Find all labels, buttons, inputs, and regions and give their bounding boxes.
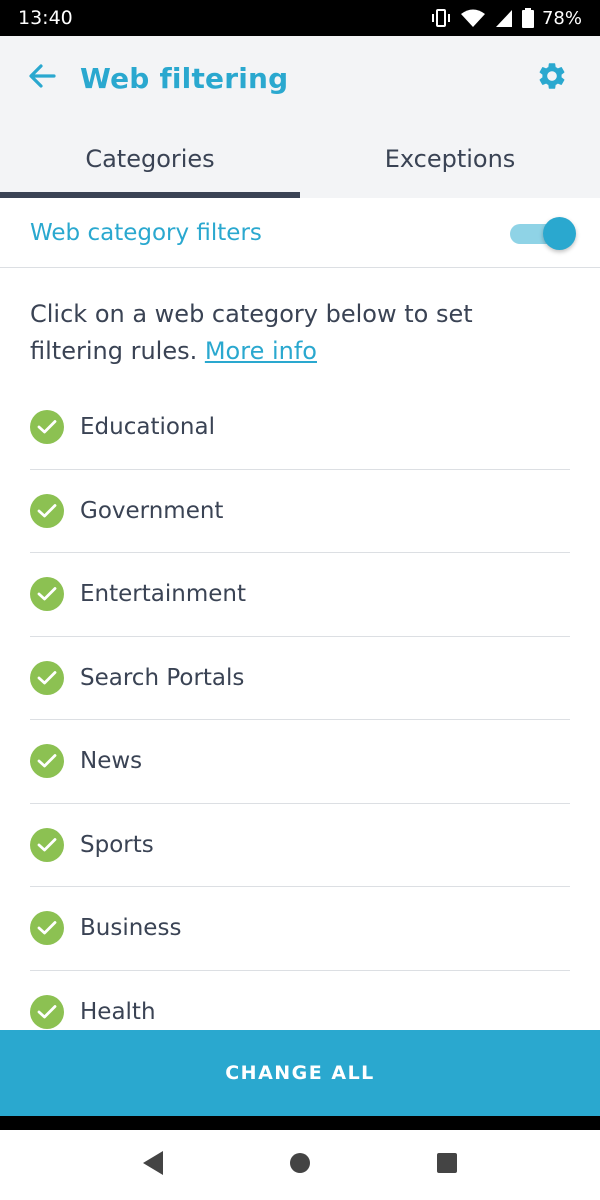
check-circle-icon: [30, 911, 64, 946]
signal-icon: [494, 8, 514, 28]
page-title: Web filtering: [80, 61, 289, 95]
list-item[interactable]: News: [30, 720, 570, 804]
tab-categories[interactable]: Categories: [0, 120, 300, 198]
web-category-filters-toggle[interactable]: [510, 216, 576, 250]
battery-percent: 78%: [541, 7, 582, 29]
back-button[interactable]: [22, 58, 62, 98]
status-bar: 13:40 78%: [0, 0, 600, 36]
system-nav-bar: [0, 1130, 600, 1200]
list-item[interactable]: Business: [30, 887, 570, 971]
gear-icon: [536, 60, 568, 97]
wifi-icon: [460, 8, 486, 28]
app-bar: Web filtering: [0, 36, 600, 120]
tab-bar: Categories Exceptions: [0, 120, 600, 198]
check-circle-icon: [30, 660, 64, 695]
category-label: Search Portals: [80, 664, 245, 691]
category-label: Entertainment: [80, 581, 246, 608]
check-circle-icon: [30, 493, 64, 528]
status-time: 13:40: [18, 7, 73, 29]
description-text: Click on a web category below to set fil…: [30, 296, 570, 370]
toggle-thumb: [543, 216, 576, 250]
triangle-back-icon: [141, 1150, 165, 1181]
category-label: Sports: [80, 831, 154, 858]
list-item[interactable]: Government: [30, 470, 570, 553]
category-label: Health: [80, 999, 156, 1026]
circle-home-icon: [289, 1152, 311, 1179]
more-info-link[interactable]: More info: [205, 337, 317, 365]
check-circle-icon: [30, 410, 64, 445]
check-circle-icon: [30, 744, 64, 779]
settings-button[interactable]: [532, 58, 572, 98]
list-item[interactable]: Sports: [30, 804, 570, 887]
bottom-divider: [0, 1116, 600, 1130]
nav-recents-button[interactable]: [422, 1140, 472, 1190]
arrow-left-icon: [28, 62, 56, 95]
list-item[interactable]: Search Portals: [30, 637, 570, 720]
check-circle-icon: [30, 995, 64, 1030]
category-label: Government: [80, 497, 224, 524]
check-circle-icon: [30, 827, 64, 862]
nav-home-button[interactable]: [275, 1140, 325, 1190]
vibrate-icon: [430, 8, 452, 28]
tab-exceptions[interactable]: Exceptions: [300, 120, 600, 198]
category-list: Educational Government Entertainment Sea…: [30, 386, 570, 1054]
web-category-filters-label: Web category filters: [30, 219, 262, 246]
category-label: Business: [80, 915, 182, 942]
list-item[interactable]: Educational: [30, 386, 570, 470]
battery-icon: [521, 8, 534, 28]
web-category-filters-row: Web category filters: [0, 198, 600, 268]
category-label: News: [80, 748, 143, 775]
nav-back-button[interactable]: [128, 1140, 178, 1190]
square-recents-icon: [436, 1152, 458, 1179]
check-circle-icon: [30, 577, 64, 612]
change-all-button[interactable]: CHANGE ALL: [0, 1030, 600, 1116]
category-label: Educational: [80, 414, 215, 441]
list-item[interactable]: Entertainment: [30, 553, 570, 637]
